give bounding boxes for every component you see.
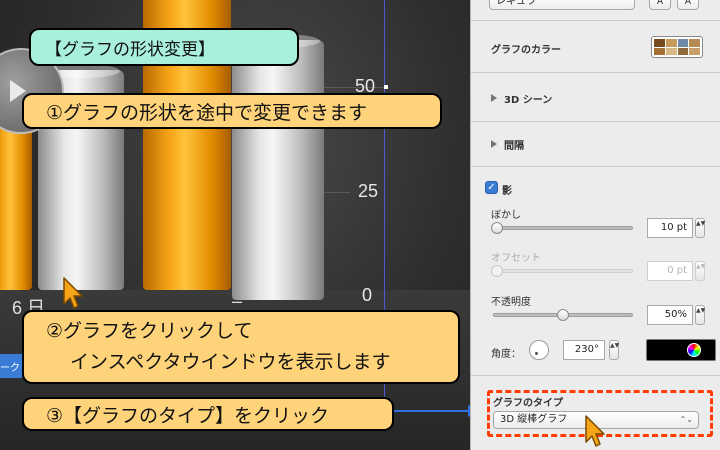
offset-slider-track (493, 269, 633, 273)
offset-stepper: ▲▼ (695, 261, 705, 281)
title-callout: 【グラフの形状変更】 (29, 28, 299, 66)
disclosure-triangle-icon[interactable] (491, 94, 497, 102)
swatch-cell (654, 39, 665, 47)
chart-colors-label: グラフのカラー (491, 45, 561, 56)
chart-bar-silver-2[interactable] (232, 34, 324, 300)
spacing-label[interactable]: 間隔 (504, 137, 524, 152)
separator (471, 166, 720, 167)
step2-line2: インスペクタウインドウを表示します (70, 351, 391, 373)
shadow-color-well[interactable] (646, 339, 716, 361)
swatch-cell (665, 39, 677, 47)
offset-slider-knob (491, 265, 503, 277)
y-tick-label: 0 (362, 285, 373, 305)
blur-slider-knob[interactable] (491, 222, 503, 234)
angle-stepper[interactable]: ▲▼ (609, 340, 619, 360)
pointer-arrow-line (394, 410, 470, 412)
chart-colors-swatch[interactable] (651, 36, 703, 58)
offset-value-field: 0 pt (647, 261, 693, 281)
font-larger-button[interactable]: A (677, 0, 699, 10)
selection-chip[interactable]: ーク (0, 354, 22, 378)
scene-3d-label[interactable]: 3D シーン (504, 91, 552, 106)
opacity-stepper[interactable]: ▲▼ (695, 305, 705, 325)
swatch-cell (677, 47, 689, 55)
step1-callout: ①グラフの形状を途中で変更できます (22, 93, 442, 129)
swatch-cell (689, 47, 700, 55)
opacity-value-field[interactable]: 50% (647, 305, 693, 325)
blur-label: ぼかし (491, 210, 521, 221)
font-style-select[interactable]: レギュラ (489, 0, 635, 10)
color-wheel-icon[interactable] (687, 343, 701, 357)
opacity-slider-knob[interactable] (557, 309, 569, 321)
blur-stepper[interactable]: ▲▼ (695, 218, 705, 238)
swatch-cell (654, 47, 665, 55)
step2-line1: ②グラフをクリックして (46, 320, 253, 342)
separator (471, 375, 720, 376)
swatch-cell (689, 39, 700, 47)
angle-label: 角度： (491, 349, 521, 360)
swatch-cell (665, 47, 677, 55)
step3-callout: ③【グラフのタイプ】をクリック (22, 397, 394, 431)
font-smaller-button[interactable]: A (649, 0, 671, 10)
y-tick-label: 25 (358, 181, 379, 201)
swatch-cell (677, 39, 689, 47)
tick-mark (384, 85, 388, 89)
blur-value-field[interactable]: 10 pt (647, 218, 693, 238)
offset-label: オフセット (491, 253, 541, 264)
blur-slider-track[interactable] (493, 226, 633, 230)
disclosure-triangle-icon[interactable] (491, 140, 497, 148)
separator (471, 20, 720, 21)
angle-value-field[interactable]: 230° (563, 340, 605, 360)
shadow-label: 影 (502, 186, 512, 197)
shadow-checkbox[interactable]: ✓ (485, 181, 498, 194)
x-axis-label: – (232, 291, 243, 311)
inspector-panel: レギュラ A A グラフのカラー 3D シーン 間隔 ✓ 影 ぼかし 10 pt… (470, 0, 720, 450)
separator (471, 121, 720, 122)
opacity-label: 不透明度 (491, 297, 531, 308)
separator (471, 72, 720, 73)
angle-dial[interactable] (529, 340, 549, 360)
step2-callout: ②グラフをクリックして インスペクタウインドウを表示します (22, 310, 460, 384)
